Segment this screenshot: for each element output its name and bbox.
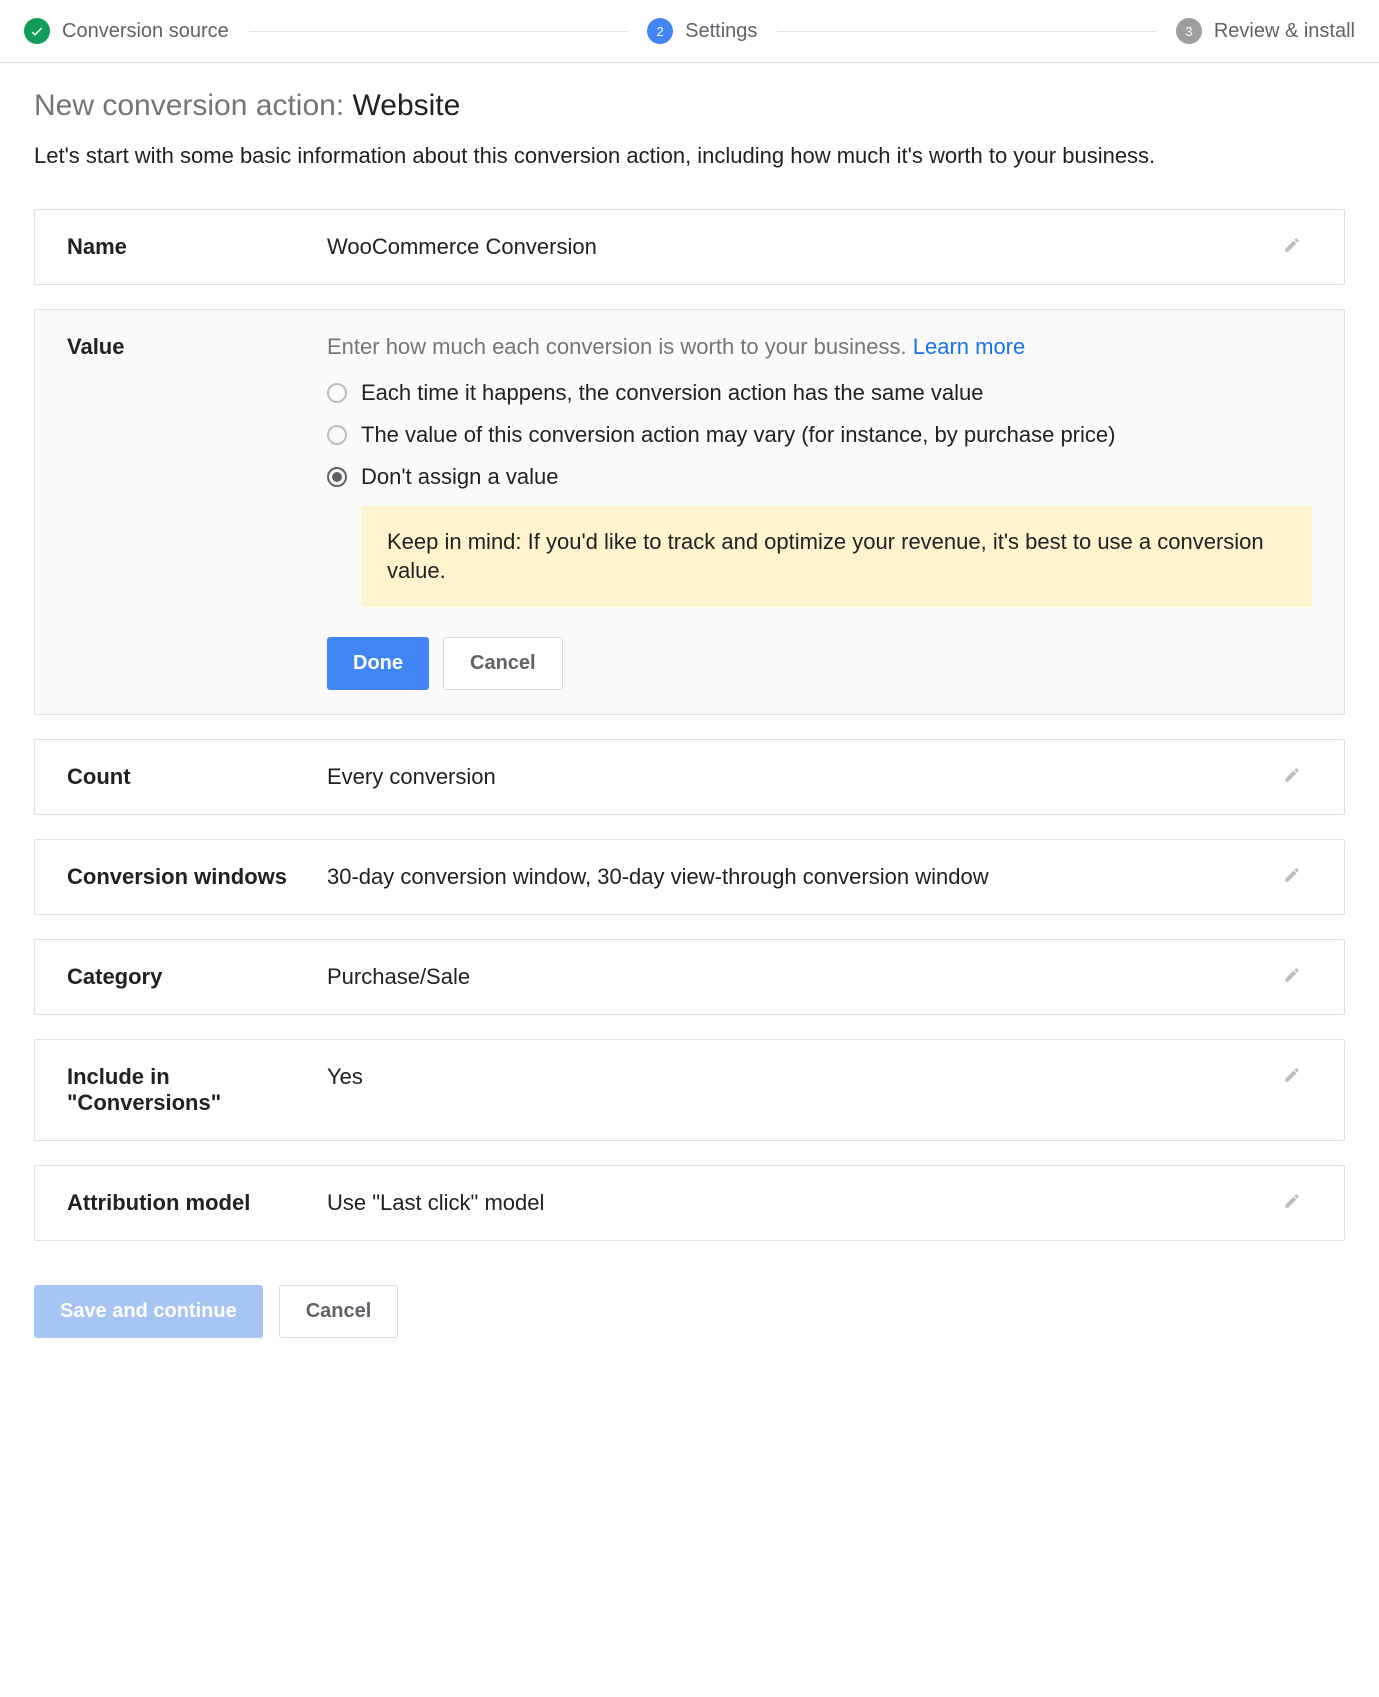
radio-icon xyxy=(327,425,347,445)
section-label: Name xyxy=(67,234,327,260)
section-label: Value xyxy=(67,334,327,360)
pencil-icon xyxy=(1283,866,1301,884)
step-divider xyxy=(777,31,1155,32)
section-include-conversions: Include in "Conversions" Yes xyxy=(34,1039,1345,1141)
value-description: Enter how much each conversion is worth … xyxy=(327,334,1312,360)
step-label: Settings xyxy=(685,20,757,43)
section-value: Every conversion xyxy=(327,764,1272,790)
step-conversion-source[interactable]: Conversion source xyxy=(24,18,229,44)
radio-icon xyxy=(327,383,347,403)
learn-more-link[interactable]: Learn more xyxy=(913,334,1026,359)
pencil-icon xyxy=(1283,236,1301,254)
edit-button[interactable] xyxy=(1272,964,1312,984)
radio-label: The value of this conversion action may … xyxy=(361,422,1115,448)
radio-no-value[interactable]: Don't assign a value xyxy=(327,464,1312,490)
pencil-icon xyxy=(1283,966,1301,984)
step-number-icon: 2 xyxy=(647,18,673,44)
section-attribution-model: Attribution model Use "Last click" model xyxy=(34,1165,1345,1241)
section-label: Include in "Conversions" xyxy=(67,1064,327,1116)
check-icon xyxy=(24,18,50,44)
section-value: Use "Last click" model xyxy=(327,1190,1272,1216)
page-title: New conversion action: Website xyxy=(34,89,1345,123)
pencil-icon xyxy=(1283,1066,1301,1084)
step-number-icon: 3 xyxy=(1176,18,1202,44)
save-continue-button[interactable]: Save and continue xyxy=(34,1285,263,1338)
section-count: Count Every conversion xyxy=(34,739,1345,815)
section-value: 30-day conversion window, 30-day view-th… xyxy=(327,864,1272,890)
edit-button[interactable] xyxy=(1272,864,1312,884)
edit-button[interactable] xyxy=(1272,764,1312,784)
step-settings[interactable]: 2 Settings xyxy=(647,18,757,44)
step-divider xyxy=(249,31,627,32)
section-value: Yes xyxy=(327,1064,1272,1090)
done-button[interactable]: Done xyxy=(327,637,429,690)
section-label: Attribution model xyxy=(67,1190,327,1216)
section-label: Conversion windows xyxy=(67,864,327,890)
radio-label: Don't assign a value xyxy=(361,464,558,490)
radio-vary-value[interactable]: The value of this conversion action may … xyxy=(327,422,1312,448)
cancel-button[interactable]: Cancel xyxy=(443,637,563,690)
section-label: Category xyxy=(67,964,327,990)
section-conversion-windows: Conversion windows 30-day conversion win… xyxy=(34,839,1345,915)
radio-icon xyxy=(327,467,347,487)
info-callout: Keep in mind: If you'd like to track and… xyxy=(361,506,1312,607)
section-label: Count xyxy=(67,764,327,790)
section-category: Category Purchase/Sale xyxy=(34,939,1345,1015)
step-review-install[interactable]: 3 Review & install xyxy=(1176,18,1355,44)
section-name: Name WooCommerce Conversion xyxy=(34,209,1345,285)
step-label: Conversion source xyxy=(62,20,229,43)
pencil-icon xyxy=(1283,766,1301,784)
step-label: Review & install xyxy=(1214,20,1355,43)
footer-actions: Save and continue Cancel xyxy=(34,1285,1345,1338)
section-value: Value Enter how much each conversion is … xyxy=(34,309,1345,715)
edit-button[interactable] xyxy=(1272,1190,1312,1210)
edit-button[interactable] xyxy=(1272,1064,1312,1084)
page-description: Let's start with some basic information … xyxy=(34,143,1345,169)
radio-label: Each time it happens, the conversion act… xyxy=(361,380,983,406)
section-value: Purchase/Sale xyxy=(327,964,1272,990)
edit-button[interactable] xyxy=(1272,234,1312,254)
pencil-icon xyxy=(1283,1192,1301,1210)
stepper: Conversion source 2 Settings 3 Review & … xyxy=(0,0,1379,63)
section-value: WooCommerce Conversion xyxy=(327,234,1272,260)
radio-same-value[interactable]: Each time it happens, the conversion act… xyxy=(327,380,1312,406)
cancel-button[interactable]: Cancel xyxy=(279,1285,399,1338)
